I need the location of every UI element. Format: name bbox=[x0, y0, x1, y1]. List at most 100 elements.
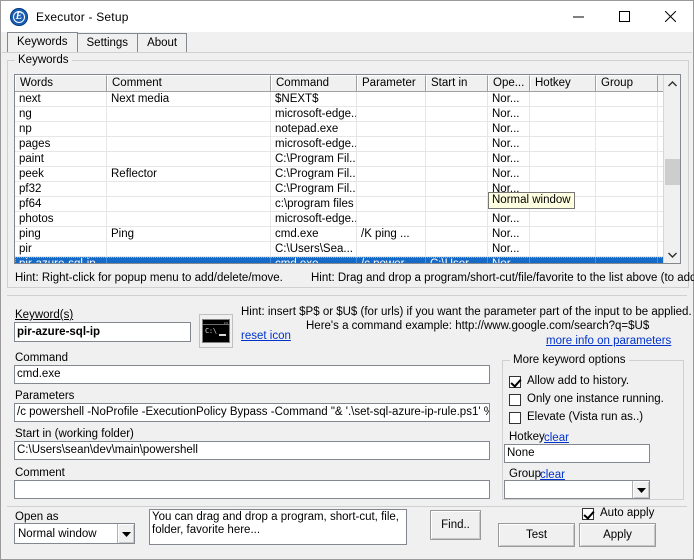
table-row[interactable]: paint C:\Program Fil... Nor... bbox=[15, 152, 680, 167]
scroll-thumb[interactable] bbox=[665, 159, 680, 185]
hotkey-input[interactable]: None bbox=[504, 444, 650, 463]
table-row[interactable]: pf32 C:\Program Fil... Nor... bbox=[15, 182, 680, 197]
table-cell-group bbox=[596, 167, 658, 181]
hint-parameters-line2: Here's a command example: http://www.goo… bbox=[306, 320, 650, 332]
maximize-button[interactable] bbox=[601, 1, 647, 32]
close-button[interactable] bbox=[647, 1, 693, 32]
listview-column-header[interactable]: Command bbox=[271, 75, 357, 91]
auto-apply-checkbox-box[interactable] bbox=[582, 507, 594, 520]
table-cell-command: $NEXT$ bbox=[271, 92, 357, 106]
table-cell-hotkey bbox=[530, 257, 596, 263]
tab-keywords[interactable]: Keywords bbox=[7, 32, 78, 52]
executor-logo-icon: E bbox=[10, 7, 28, 26]
hotkey-clear-link[interactable]: clear bbox=[544, 432, 569, 444]
reset-icon-link[interactable]: reset icon bbox=[241, 330, 291, 342]
listview-column-header[interactable]: Hotkey bbox=[530, 75, 596, 91]
auto-apply-checkbox[interactable]: Auto apply bbox=[582, 507, 654, 520]
listview-column-header[interactable]: Group bbox=[596, 75, 658, 91]
more-info-link-wrap[interactable]: more info on parameters bbox=[546, 334, 671, 348]
minimize-button[interactable] bbox=[555, 1, 601, 32]
apply-button[interactable]: Apply bbox=[579, 523, 656, 547]
table-row[interactable]: photos microsoft-edge... Nor... bbox=[15, 212, 680, 227]
elevate-checkbox-box[interactable] bbox=[509, 411, 521, 424]
table-cell-start_in bbox=[426, 137, 488, 151]
allow-add-to-history-checkbox[interactable]: Allow add to history. bbox=[509, 375, 629, 388]
tab-settings[interactable]: Settings bbox=[76, 33, 139, 52]
table-cell-parameter bbox=[357, 242, 426, 256]
command-icon-preview[interactable]: ••• C:\ bbox=[199, 314, 233, 348]
listview-body[interactable]: next Next media $NEXT$ Nor... ng microsoft-ed… bbox=[15, 92, 680, 263]
table-row[interactable]: np notepad.exe Nor... bbox=[15, 122, 680, 137]
title-bar: E Executor - Setup bbox=[1, 1, 693, 32]
table-cell-hotkey bbox=[530, 242, 596, 256]
scroll-down-arrow-icon[interactable] bbox=[664, 246, 680, 263]
table-cell-comment bbox=[107, 122, 271, 136]
table-row[interactable]: ping Ping cmd.exe/K ping ... Nor... bbox=[15, 227, 680, 242]
allow-add-to-history-label: Allow add to history. bbox=[527, 375, 630, 387]
elevate-checkbox[interactable]: Elevate (Vista run as..) bbox=[509, 411, 643, 424]
listview-column-header[interactable]: Parameter bbox=[357, 75, 426, 91]
command-field-label: Command bbox=[15, 352, 69, 364]
table-cell-comment bbox=[107, 182, 271, 196]
table-cell-open_as: Nor... bbox=[488, 227, 530, 241]
table-cell-parameter bbox=[357, 167, 426, 181]
listview-column-header[interactable]: Ope... bbox=[488, 75, 530, 91]
openas-combobox-value: Normal window bbox=[18, 527, 97, 540]
table-row[interactable]: pages microsoft-edge... Nor... bbox=[15, 137, 680, 152]
comment-input[interactable] bbox=[14, 480, 490, 499]
table-cell-words: np bbox=[15, 122, 107, 136]
tab-bottom-divider bbox=[2, 52, 692, 53]
openas-combobox[interactable]: Normal window bbox=[14, 523, 135, 544]
find-button[interactable]: Find.. bbox=[430, 510, 481, 540]
allow-add-to-history-checkbox-box[interactable] bbox=[509, 375, 521, 388]
table-cell-group bbox=[596, 257, 658, 263]
chevron-down-icon[interactable] bbox=[632, 481, 649, 498]
table-cell-open_as: Nor... bbox=[488, 137, 530, 151]
table-cell-words: next bbox=[15, 92, 107, 106]
startin-input[interactable]: C:\Users\sean\dev\main\powershell bbox=[14, 441, 490, 460]
parameters-input[interactable]: /c powershell -NoProfile -ExecutionPolic… bbox=[14, 403, 490, 422]
open-as-tooltip: Normal window bbox=[488, 192, 575, 209]
table-row[interactable]: pir-azure-sql-ip cmd.exe/c power... C:\Use… bbox=[15, 257, 680, 263]
tab-strip: Keywords Settings About bbox=[7, 32, 693, 52]
drag-drop-zone[interactable]: You can drag and drop a program, short-c… bbox=[149, 509, 407, 545]
table-cell-group bbox=[596, 197, 658, 211]
listview-column-header[interactable]: Words bbox=[15, 75, 107, 91]
table-cell-start_in bbox=[426, 107, 488, 121]
table-cell-hotkey bbox=[530, 137, 596, 151]
table-cell-command: c:\program files bbox=[271, 197, 357, 211]
listview-column-header[interactable]: Comment bbox=[107, 75, 271, 91]
table-cell-parameter bbox=[357, 122, 426, 136]
listview-vertical-scrollbar[interactable] bbox=[663, 75, 680, 263]
tab-about[interactable]: About bbox=[137, 33, 188, 52]
table-cell-group bbox=[596, 137, 658, 151]
tab-settings-label: Settings bbox=[86, 37, 129, 49]
table-cell-words: ng bbox=[15, 107, 107, 121]
table-row[interactable]: peek Reflector C:\Program Fil... Nor... bbox=[15, 167, 680, 182]
keywords-input[interactable]: pir-azure-sql-ip bbox=[14, 322, 191, 342]
command-input[interactable]: cmd.exe bbox=[14, 365, 490, 384]
chevron-down-icon[interactable] bbox=[117, 524, 134, 543]
table-cell-command: cmd.exe bbox=[271, 257, 357, 263]
table-row[interactable]: pf64c:\program filesNormal window bbox=[15, 197, 680, 212]
table-row[interactable]: ng microsoft-edge... Nor... bbox=[15, 107, 680, 122]
only-one-instance-label: Only one instance running. bbox=[527, 393, 664, 405]
more-info-on-parameters-link[interactable]: more info on parameters bbox=[546, 335, 671, 347]
hint-parameters-line1: Hint: insert $P$ or $U$ (for urls) if yo… bbox=[241, 306, 692, 318]
table-cell-start_in bbox=[426, 92, 488, 106]
listview-column-header[interactable]: Start in bbox=[426, 75, 488, 91]
group-combobox[interactable] bbox=[504, 480, 650, 499]
table-cell-command: cmd.exe bbox=[271, 227, 357, 241]
table-cell-parameter bbox=[357, 197, 426, 211]
scroll-up-arrow-icon[interactable] bbox=[664, 75, 680, 92]
keywords-listview[interactable]: Words Comment Command Parameter Start in Ope.… bbox=[14, 74, 681, 264]
table-cell-comment: Ping bbox=[107, 227, 271, 241]
table-row[interactable]: next Next media $NEXT$ Nor... bbox=[15, 92, 680, 107]
table-row[interactable]: pir C:\Users\Sea... Nor... bbox=[15, 242, 680, 257]
table-cell-start_in bbox=[426, 167, 488, 181]
table-cell-comment bbox=[107, 152, 271, 166]
test-button[interactable]: Test bbox=[498, 523, 575, 547]
only-one-instance-checkbox[interactable]: Only one instance running. bbox=[509, 393, 664, 406]
reset-icon-link-wrap[interactable]: reset icon bbox=[241, 330, 291, 343]
only-one-instance-checkbox-box[interactable] bbox=[509, 393, 521, 406]
